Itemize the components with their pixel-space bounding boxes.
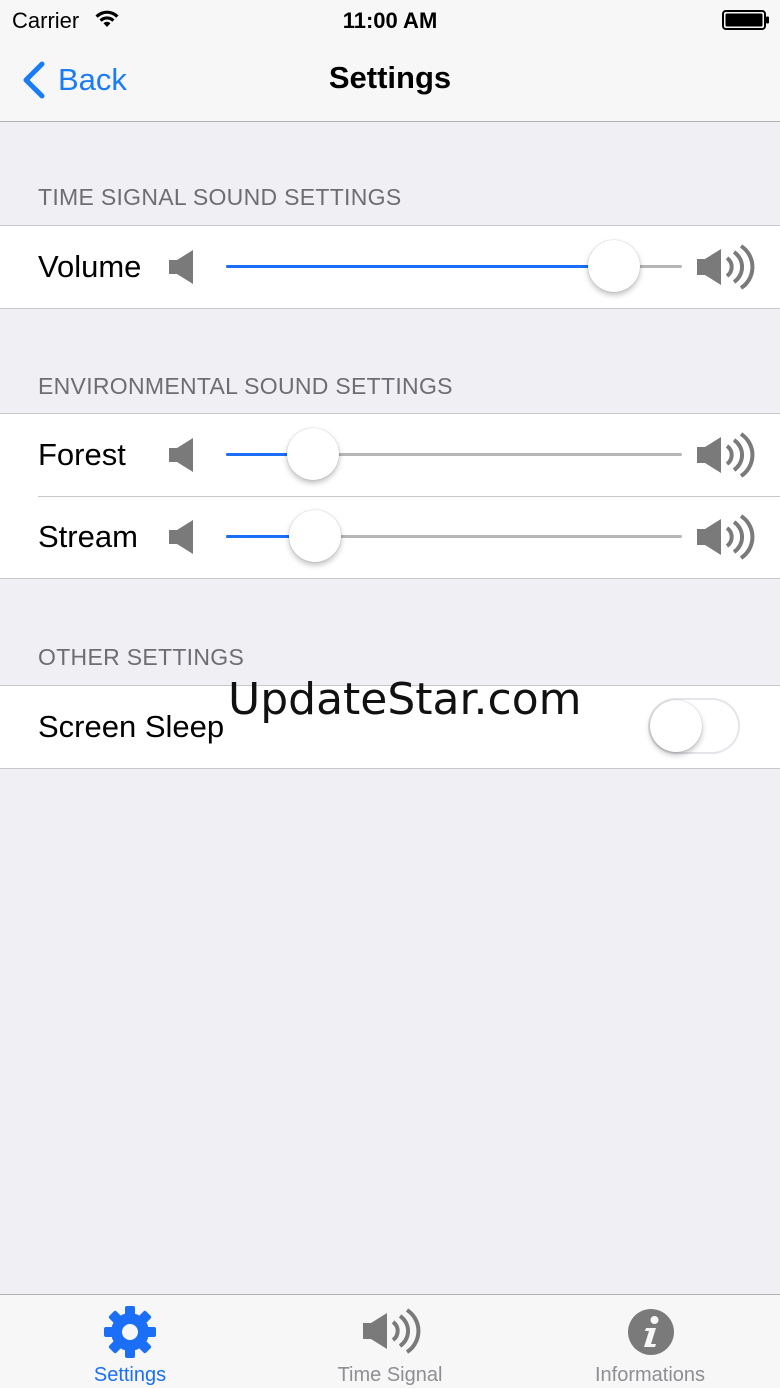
toggle-knob [650, 700, 702, 752]
slider-thumb[interactable] [587, 240, 640, 292]
stream-row: Stream [0, 496, 780, 578]
row-label: Forest [38, 437, 126, 472]
tab-informations[interactable]: Informations [520, 1295, 780, 1388]
forest-slider[interactable] [226, 428, 682, 480]
row-label: Volume [38, 249, 142, 284]
tab-label: Informations [594, 1364, 706, 1386]
speaker-low-icon [169, 250, 193, 284]
group-time-signal: Volume [0, 225, 780, 309]
status-bar: Carrier 11:00 AM [0, 0, 780, 40]
navigation-bar: Back Settings [0, 40, 780, 122]
tab-settings[interactable]: Settings [0, 1295, 260, 1388]
section-header-environmental: ENVIRONMENTAL SOUND SETTINGS [38, 373, 453, 399]
slider-fill [226, 265, 614, 268]
volume-slider[interactable] [226, 240, 682, 292]
speaker-low-icon [169, 520, 193, 554]
slider-thumb[interactable] [286, 428, 339, 480]
speaker-high-icon [697, 514, 755, 560]
screen-sleep-toggle[interactable] [648, 698, 740, 754]
section-header-time-signal: TIME SIGNAL SOUND SETTINGS [38, 184, 402, 210]
forest-row: Forest [0, 414, 780, 496]
speaker-high-icon [697, 432, 755, 478]
battery-icon [722, 10, 769, 30]
slider-thumb[interactable] [288, 510, 341, 562]
watermark: UpdateStar.com [228, 674, 582, 725]
tab-time-signal[interactable]: Time Signal [260, 1295, 520, 1388]
row-label: Stream [38, 519, 138, 554]
page-title: Settings [328, 60, 452, 95]
tab-bar: Settings Time Signal Informations [0, 1294, 780, 1388]
row-label: Screen Sleep [38, 709, 225, 744]
tab-label: Time Signal [337, 1364, 443, 1386]
status-time: 11:00 AM [342, 8, 438, 33]
section-header-other: OTHER SETTINGS [38, 644, 245, 670]
tab-label: Settings [93, 1364, 167, 1386]
speaker-low-icon [169, 438, 193, 472]
info-icon [628, 1309, 674, 1355]
speaker-high-icon [697, 244, 755, 290]
group-environmental: Forest Stream [0, 413, 780, 579]
stream-slider[interactable] [226, 510, 682, 562]
gear-icon [104, 1306, 156, 1358]
volume-row: Volume [0, 226, 780, 308]
speaker-icon [363, 1308, 421, 1354]
